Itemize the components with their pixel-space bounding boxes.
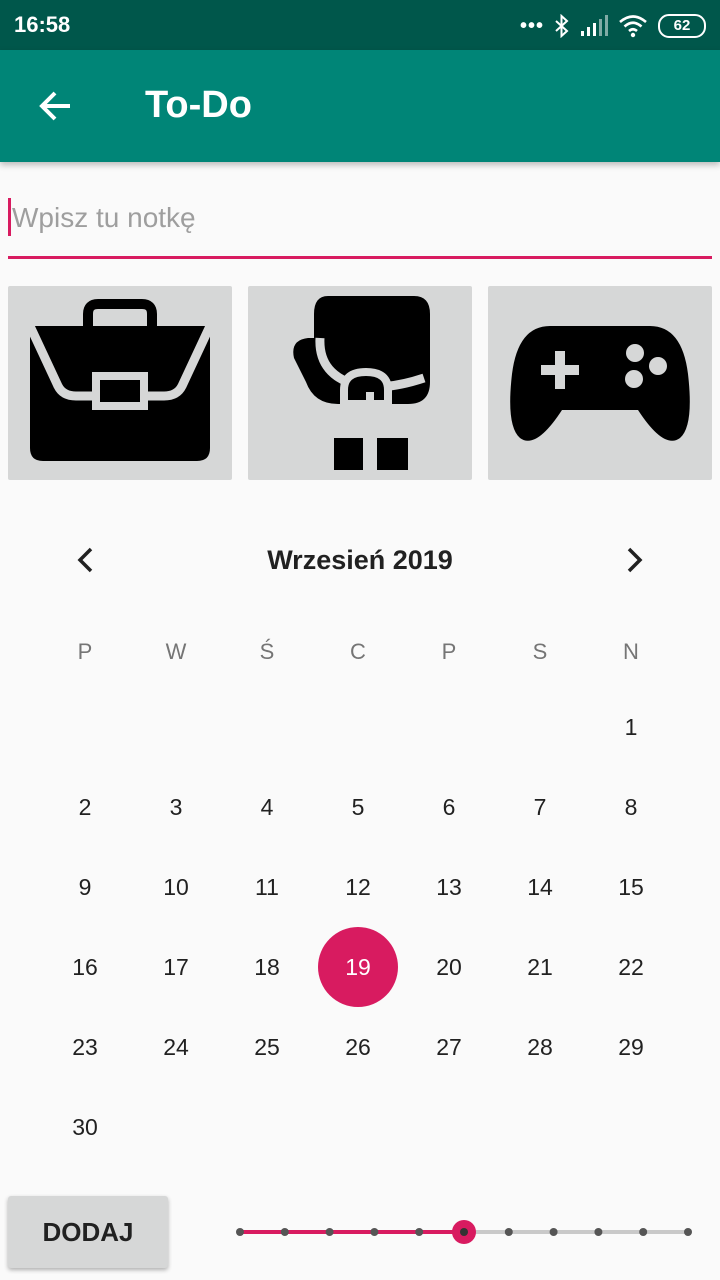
note-field-container	[8, 190, 712, 260]
slider-tick	[370, 1228, 379, 1236]
weekday-label: W	[165, 639, 187, 664]
slider-tick	[504, 1228, 513, 1236]
text-caret	[8, 198, 11, 236]
calendar-day[interactable]: 4	[227, 767, 307, 847]
calendar-month-label: Wrzesień 2019	[267, 545, 453, 575]
weekday-label: Ś	[259, 639, 275, 664]
page-title: To-Do	[145, 84, 252, 126]
weekday-label: S	[532, 639, 548, 664]
calendar-day[interactable]: 26	[318, 1007, 398, 1087]
calendar-day[interactable]: 24	[136, 1007, 216, 1087]
calendar-day[interactable]: 11	[227, 847, 307, 927]
chevron-right-icon	[627, 547, 643, 573]
gamepad-icon	[510, 326, 690, 441]
calendar-day[interactable]: 3	[136, 767, 216, 847]
chevron-left-icon	[77, 547, 93, 573]
app-bar: To-Do	[0, 50, 720, 162]
calendar-next-month-button[interactable]	[604, 530, 664, 590]
slider-tick	[594, 1228, 603, 1236]
battery-indicator: 62	[658, 14, 706, 38]
calendar-day[interactable]: 8	[591, 767, 671, 847]
more-dots-icon: •••	[519, 14, 544, 37]
calendar-day[interactable]: 2	[45, 767, 125, 847]
briefcase-icon	[25, 299, 215, 461]
slider-tick	[415, 1228, 424, 1236]
category-games-button[interactable]	[488, 286, 712, 480]
calendar-day[interactable]: 29	[591, 1007, 671, 1087]
slider-tick	[549, 1228, 558, 1236]
calendar-day[interactable]: 7	[500, 767, 580, 847]
boxing-glove-icon	[293, 296, 430, 474]
wifi-icon	[619, 15, 647, 38]
weekday-label: N	[623, 639, 639, 664]
weekday-label: P	[77, 639, 93, 664]
calendar-day[interactable]: 1	[591, 687, 671, 767]
calendar-day[interactable]: 18	[227, 927, 307, 1007]
weekday-label: P	[441, 639, 457, 664]
calendar-day[interactable]: 17	[136, 927, 216, 1007]
slider-thumb-center	[460, 1228, 468, 1236]
category-sport-button[interactable]	[248, 286, 472, 480]
calendar-day[interactable]: 23	[45, 1007, 125, 1087]
calendar-prev-month-button[interactable]	[56, 530, 116, 590]
input-underline	[8, 256, 712, 259]
category-work-button[interactable]	[8, 286, 232, 480]
calendar-day[interactable]: 21	[500, 927, 580, 1007]
signal-icon	[581, 15, 608, 36]
slider-tick	[684, 1228, 692, 1236]
slider-tick	[236, 1228, 244, 1236]
calendar-day[interactable]: 25	[227, 1007, 307, 1087]
calendar-day[interactable]: 30	[45, 1087, 125, 1167]
calendar-day[interactable]: 13	[409, 847, 489, 927]
bluetooth-icon	[555, 14, 569, 38]
status-icons: ••• 62	[520, 10, 706, 42]
weekday-label: C	[350, 639, 366, 664]
note-input[interactable]	[8, 190, 712, 246]
calendar-day-selected[interactable]: 19	[318, 927, 398, 1007]
calendar-day[interactable]: 15	[591, 847, 671, 927]
calendar-day[interactable]: 12	[318, 847, 398, 927]
add-button[interactable]: DODAJ	[8, 1196, 168, 1268]
status-bar: 16:58 ••• 62	[0, 0, 720, 50]
calendar-day[interactable]: 28	[500, 1007, 580, 1087]
calendar-day[interactable]: 14	[500, 847, 580, 927]
calendar-day[interactable]: 16	[45, 927, 125, 1007]
calendar-day[interactable]: 6	[409, 767, 489, 847]
calendar-day[interactable]: 10	[136, 847, 216, 927]
calendar-day[interactable]: 20	[409, 927, 489, 1007]
slider-tick	[280, 1228, 289, 1236]
priority-slider[interactable]	[230, 1212, 700, 1252]
calendar-day[interactable]: 9	[45, 847, 125, 927]
calendar-day[interactable]: 5	[318, 767, 398, 847]
calendar-day[interactable]: 22	[591, 927, 671, 1007]
back-button[interactable]	[22, 72, 90, 140]
arrow-back-icon	[39, 91, 70, 121]
calendar-day[interactable]: 27	[409, 1007, 489, 1087]
status-time: 16:58	[14, 12, 71, 37]
slider-tick	[325, 1228, 334, 1236]
slider-tick	[639, 1228, 648, 1236]
